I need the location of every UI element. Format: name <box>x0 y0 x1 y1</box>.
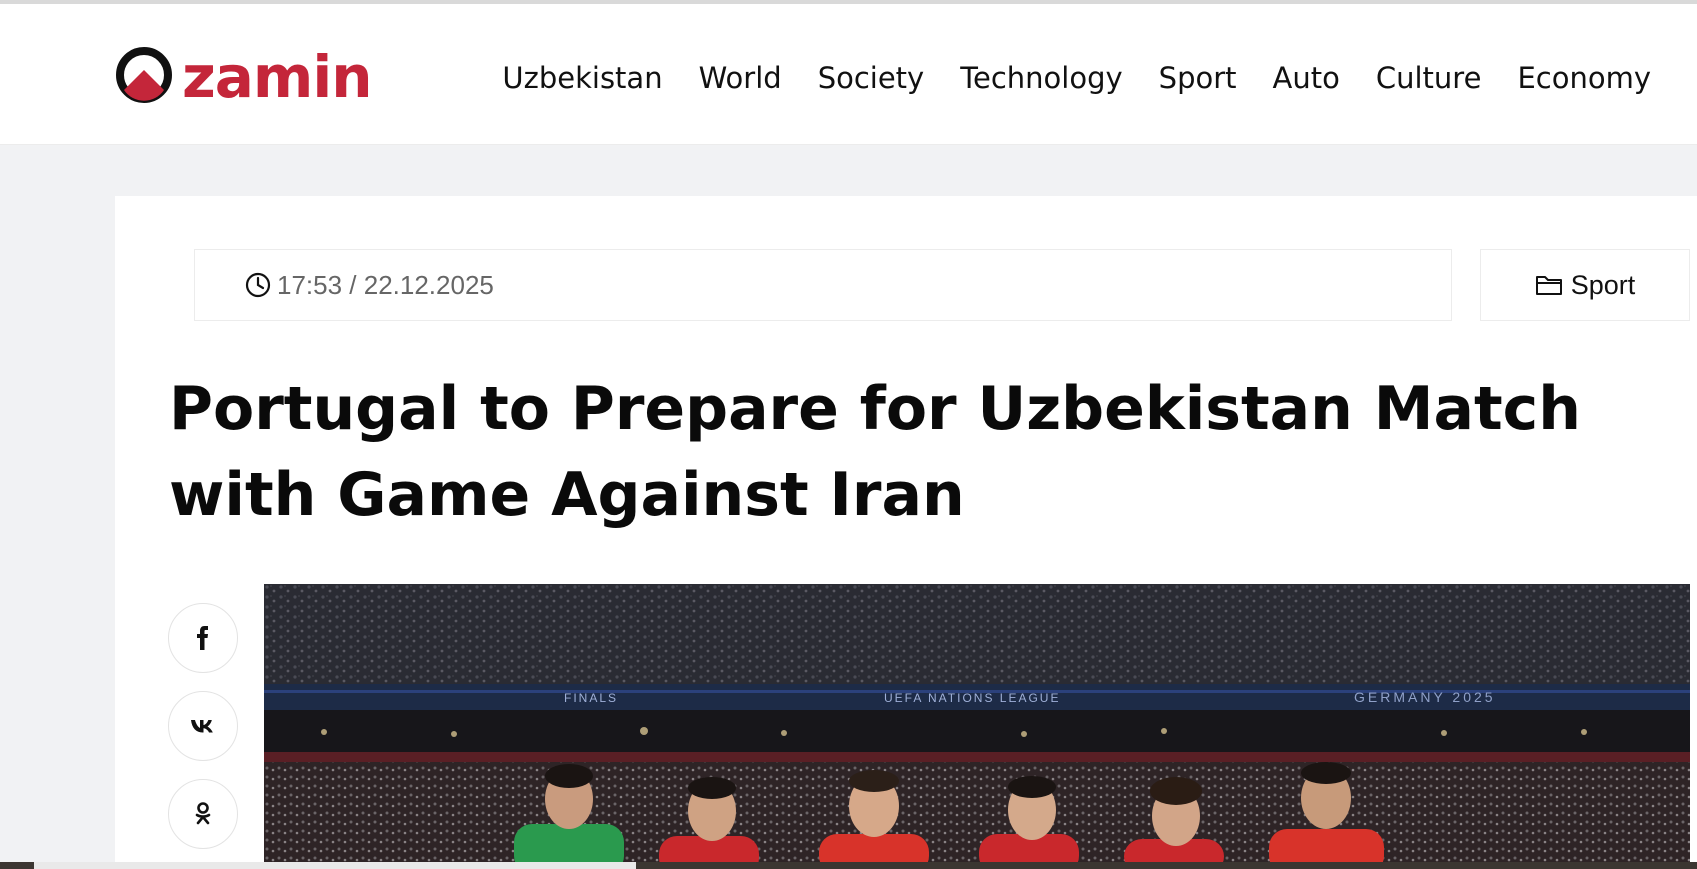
banner-text-uefa: UEFA NATIONS LEAGUE <box>884 691 1060 705</box>
clock-icon <box>245 272 271 298</box>
share-ok-button[interactable] <box>168 779 238 849</box>
nav-item-society[interactable]: Society <box>818 56 925 100</box>
nav-item-auto[interactable]: Auto <box>1273 56 1340 100</box>
nav-item-culture[interactable]: Culture <box>1376 56 1482 100</box>
logo-text: zamin <box>182 43 373 111</box>
article-card: 17:53 / 22.12.2025 Sport Portugal to Pre… <box>115 196 1697 869</box>
bottom-scrollbar[interactable] <box>0 862 1697 869</box>
category-link[interactable]: Sport <box>1480 249 1690 321</box>
share-facebook-button[interactable] <box>168 603 238 673</box>
nav-item-technology[interactable]: Technology <box>960 56 1122 100</box>
article-title: Portugal to Prepare for Uzbekistan Match… <box>169 374 1581 530</box>
scrollbar-thumb[interactable] <box>34 862 636 869</box>
share-buttons <box>168 603 238 849</box>
zamin-logo-icon <box>116 47 172 103</box>
nav-item-economy[interactable]: Economy <box>1517 56 1651 100</box>
article-meta: 17:53 / 22.12.2025 <box>194 249 1452 321</box>
banner-text-finals: FINALS <box>564 691 618 705</box>
article-hero-image: FINALS UEFA NATIONS LEAGUE GERMANY 2025 <box>264 584 1690 869</box>
main-nav: Uzbekistan World Society Technology Spor… <box>502 56 1651 100</box>
publish-datetime: 17:53 / 22.12.2025 <box>277 269 494 300</box>
team-lineup-photo: FINALS UEFA NATIONS LEAGUE GERMANY 2025 <box>264 584 1690 869</box>
share-vk-button[interactable] <box>168 691 238 761</box>
facebook-icon <box>197 626 208 650</box>
nav-item-world[interactable]: World <box>699 56 782 100</box>
folder-icon <box>1535 276 1562 295</box>
odnoklassniki-icon <box>195 802 211 825</box>
category-label: Sport <box>1570 269 1636 300</box>
site-header: zamin Uzbekistan World Society Technolog… <box>0 4 1697 145</box>
vk-icon <box>191 720 213 733</box>
nav-item-sport[interactable]: Sport <box>1159 56 1237 100</box>
banner-text-germany: GERMANY 2025 <box>1354 689 1496 705</box>
nav-item-uzbekistan[interactable]: Uzbekistan <box>502 56 662 100</box>
site-logo[interactable]: zamin <box>114 42 373 112</box>
